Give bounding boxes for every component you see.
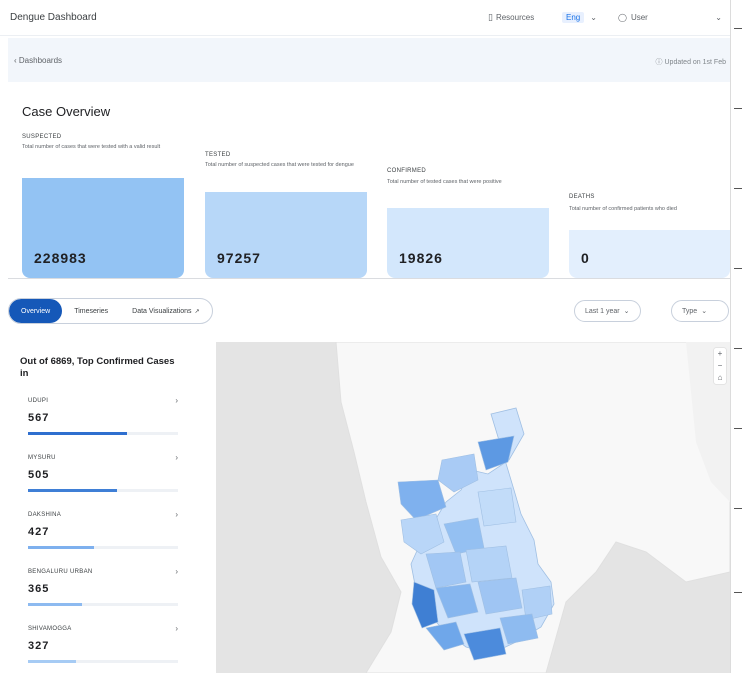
- zoom-in-button[interactable]: +: [714, 348, 726, 360]
- card-suspected-desc: Total number of cases that were tested w…: [22, 144, 161, 150]
- district-bar-fill: [28, 660, 76, 663]
- district-row[interactable]: BENGALURU URBAN › 365: [28, 567, 180, 621]
- card-tested-desc: Total number of suspected cases that wer…: [205, 162, 354, 168]
- book-icon: ▯: [488, 11, 493, 22]
- reset-view-button[interactable]: ⌂: [714, 372, 726, 384]
- card-confirmed-value: 19826: [399, 250, 443, 266]
- language-label: Eng: [562, 11, 585, 23]
- district-name: BENGALURU URBAN: [28, 569, 93, 575]
- district-value: 427: [28, 526, 50, 538]
- map-zoom-controls: + − ⌂: [714, 348, 726, 384]
- app-title: Dengue Dashboard: [10, 12, 97, 23]
- card-deaths-value: 0: [581, 250, 590, 266]
- district-bar-fill: [28, 489, 117, 492]
- card-confirmed-desc: Total number of tested cases that were p…: [387, 179, 502, 185]
- chevron-right-icon: ›: [175, 396, 178, 405]
- scroll-edge[interactable]: [730, 0, 742, 673]
- sub-header: ‹ Dashboards ⓘ Updated on 1st Feb: [8, 38, 730, 82]
- district-bar-track: [28, 432, 178, 435]
- case-overview: Case Overview SUSPECTED Total number of …: [8, 82, 730, 278]
- type-filter[interactable]: Type ⌄: [671, 300, 729, 322]
- updated-info: ⓘ Updated on 1st Feb: [656, 57, 726, 67]
- top-bar: Dengue Dashboard ▯ Resources Eng ⌄ ◯ Use…: [0, 0, 730, 36]
- chevron-right-icon: ›: [175, 453, 178, 462]
- chevron-right-icon: ›: [175, 510, 178, 519]
- updated-label: Updated on 1st Feb: [664, 59, 727, 66]
- top-districts-panel: Out of 6869, Top Confirmed Cases in UDUP…: [8, 340, 188, 673]
- tab-data-visualizations-label: Data Visualizations: [132, 307, 192, 315]
- card-suspected-label: SUSPECTED: [22, 134, 62, 140]
- card-suspected[interactable]: 228983: [22, 178, 184, 278]
- language-select[interactable]: Eng ⌄: [562, 10, 597, 24]
- tab-data-visualizations[interactable]: Data Visualizations ↗: [120, 299, 211, 323]
- edge-tick: [734, 428, 742, 429]
- district-map[interactable]: + − ⌂: [216, 342, 730, 673]
- district-chitradurga[interactable]: [477, 577, 523, 615]
- edge-tick: [734, 508, 742, 509]
- district-value: 505: [28, 469, 50, 481]
- zoom-out-button[interactable]: −: [714, 360, 726, 372]
- external-link-icon: ↗: [194, 308, 200, 315]
- edge-tick: [734, 348, 742, 349]
- period-filter[interactable]: Last 1 year ⌄: [574, 300, 641, 322]
- resources-link[interactable]: ▯ Resources: [488, 10, 534, 24]
- district-row[interactable]: DAKSHINA › 427: [28, 510, 180, 564]
- back-label: Dashboards: [18, 56, 63, 65]
- tab-timeseries[interactable]: Timeseries: [62, 299, 120, 323]
- type-filter-label: Type: [682, 307, 698, 315]
- resources-label: Resources: [495, 12, 535, 22]
- chevron-down-icon: ⌄: [715, 12, 722, 22]
- district-raichur[interactable]: [477, 487, 517, 527]
- chevron-down-icon: ⌄: [623, 308, 630, 315]
- district-bar-fill: [28, 546, 94, 549]
- district-row[interactable]: SHIVAMOGGA › 327: [28, 624, 180, 673]
- user-menu[interactable]: ◯ User ⌄: [618, 10, 722, 24]
- district-bar-track: [28, 603, 178, 606]
- view-tabs: Overview Timeseries Data Visualizations …: [8, 298, 213, 324]
- overview-title: Case Overview: [22, 104, 111, 119]
- card-tested-label: TESTED: [205, 152, 231, 158]
- district-name: MYSURU: [28, 455, 56, 461]
- card-confirmed-label: CONFIRMED: [387, 168, 427, 174]
- chevron-right-icon: ›: [175, 624, 178, 633]
- user-icon: ◯: [618, 12, 627, 22]
- district-bar-track: [28, 546, 178, 549]
- card-deaths-desc: Total number of confirmed patients who d…: [569, 206, 677, 212]
- district-bar-fill: [28, 603, 82, 606]
- district-name: DAKSHINA: [28, 512, 62, 518]
- section-divider: [8, 278, 730, 279]
- district-bar-track: [28, 489, 178, 492]
- district-name: UDUPI: [28, 398, 49, 404]
- card-tested[interactable]: 97257: [205, 192, 367, 278]
- user-label: User: [630, 12, 648, 22]
- chevron-down-icon: ⌄: [701, 308, 708, 315]
- edge-tick: [734, 188, 742, 189]
- edge-tick: [734, 592, 742, 593]
- info-icon: ⓘ: [655, 59, 665, 66]
- period-filter-label: Last 1 year: [585, 307, 620, 315]
- edge-tick: [734, 268, 742, 269]
- district-row[interactable]: UDUPI › 567: [28, 396, 180, 450]
- tab-overview[interactable]: Overview: [9, 299, 63, 323]
- district-name: SHIVAMOGGA: [28, 626, 72, 632]
- map-svg: [216, 342, 730, 673]
- edge-tick: [734, 28, 742, 29]
- district-value: 327: [28, 640, 50, 652]
- chevron-right-icon: ›: [175, 567, 178, 576]
- district-row[interactable]: MYSURU › 505: [28, 453, 180, 507]
- district-value: 365: [28, 583, 50, 595]
- card-deaths-label: DEATHS: [569, 194, 595, 200]
- district-bellary[interactable]: [465, 545, 513, 583]
- district-bar-track: [28, 660, 178, 663]
- district-value: 567: [28, 412, 50, 424]
- card-deaths[interactable]: 0: [569, 230, 730, 278]
- edge-tick: [734, 108, 742, 109]
- card-confirmed[interactable]: 19826: [387, 208, 549, 278]
- chevron-down-icon: ⌄: [590, 12, 597, 22]
- districts-title: Out of 6869, Top Confirmed Cases in: [20, 356, 175, 379]
- district-bar-fill: [28, 432, 127, 435]
- card-tested-value: 97257: [217, 250, 261, 266]
- card-suspected-value: 228983: [34, 250, 87, 266]
- back-link[interactable]: ‹ Dashboards: [14, 56, 62, 65]
